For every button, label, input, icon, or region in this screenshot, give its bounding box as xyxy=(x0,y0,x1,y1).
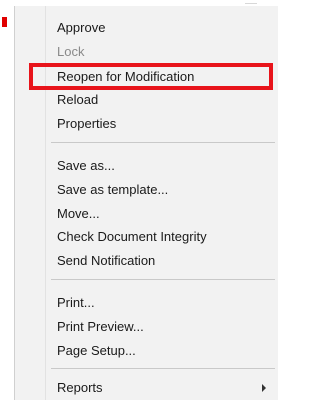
menu-item-reopen-for-modification[interactable]: Reopen for Modification xyxy=(29,63,273,90)
menu-item-reload[interactable]: Reload xyxy=(15,88,277,112)
menu-item-reports[interactable]: Reports xyxy=(15,376,277,400)
menu-item-label: Page Setup... xyxy=(57,343,136,358)
menu-item-label: Save as... xyxy=(57,158,115,173)
menu-item-label: Move... xyxy=(57,206,100,221)
menu-item-lock: Lock xyxy=(15,40,277,64)
selection-marker xyxy=(2,17,7,27)
menu-item-move[interactable]: Move... xyxy=(15,202,277,226)
menu-item-label: Check Document Integrity xyxy=(57,229,207,244)
menu-item-save-as-template[interactable]: Save as template... xyxy=(15,178,277,202)
menu-item-approve[interactable]: Approve xyxy=(15,16,277,40)
menu-item-properties[interactable]: Properties xyxy=(15,112,277,136)
menu-item-label: Approve xyxy=(57,20,106,35)
menu-separator xyxy=(51,368,275,369)
context-menu: Approve Lock Reopen for Modification Rel… xyxy=(14,6,278,400)
menu-item-label: Reopen for Modification xyxy=(57,69,195,84)
chevron-right-icon xyxy=(262,384,266,392)
menu-item-label: Print... xyxy=(57,295,95,310)
menu-item-page-setup[interactable]: Page Setup... xyxy=(15,339,277,363)
menu-item-label: Print Preview... xyxy=(57,319,144,334)
menu-item-print-preview[interactable]: Print Preview... xyxy=(15,315,277,339)
menu-item-print[interactable]: Print... xyxy=(15,291,277,315)
menu-item-label: Lock xyxy=(57,44,85,59)
menu-item-label: Reports xyxy=(57,380,103,395)
menu-item-send-notification[interactable]: Send Notification xyxy=(15,249,277,273)
background-divider xyxy=(245,3,257,4)
menu-item-label: Properties xyxy=(57,116,117,131)
menu-item-label: Reload xyxy=(57,92,99,107)
menu-item-label: Send Notification xyxy=(57,253,156,268)
menu-item-save-as[interactable]: Save as... xyxy=(15,154,277,178)
menu-item-check-document-integrity[interactable]: Check Document Integrity xyxy=(15,225,277,249)
context-menu-screenshot: Approve Lock Reopen for Modification Rel… xyxy=(0,0,278,400)
menu-item-label: Save as template... xyxy=(57,182,169,197)
menu-separator xyxy=(51,279,275,280)
menu-separator xyxy=(51,142,275,143)
